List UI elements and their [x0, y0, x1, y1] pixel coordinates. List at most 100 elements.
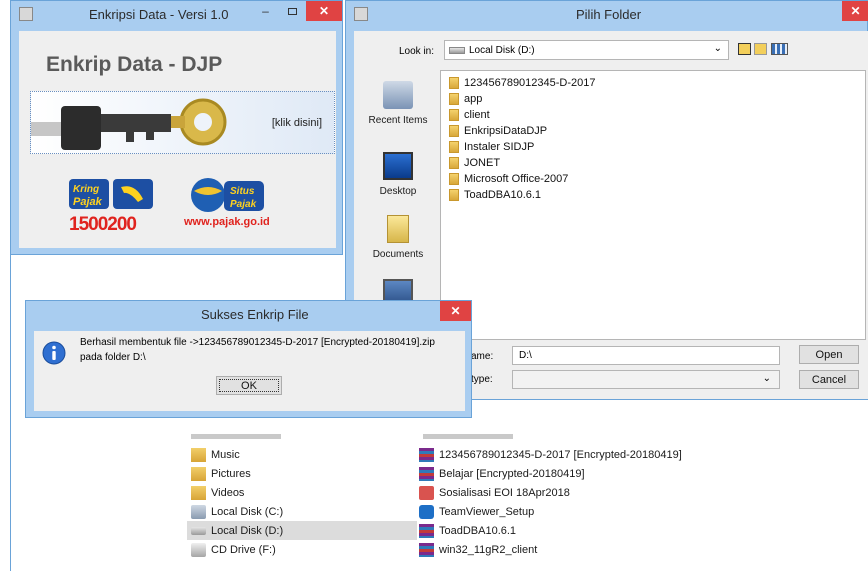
- maximize-button[interactable]: [279, 1, 306, 21]
- kring-pajak-number: 1500200: [69, 214, 137, 235]
- window-title: Enkripsi Data - Versi 1.0: [89, 7, 229, 22]
- svg-text:Situs: Situs: [230, 186, 255, 197]
- view-menu-icon[interactable]: [771, 43, 788, 55]
- file-item-label: 123456789012345-D-2017 [Encrypted-201804…: [439, 448, 682, 461]
- hidden-file-item: [423, 434, 513, 439]
- drive-icon: [191, 526, 206, 535]
- key-icon: [31, 98, 227, 150]
- folder-icon: [449, 93, 459, 105]
- open-button[interactable]: Open: [799, 345, 859, 364]
- file-item[interactable]: win32_11gR2_client: [419, 540, 537, 559]
- folder-icon: [449, 189, 459, 201]
- drive-icon: [449, 46, 465, 54]
- enkrip-client-area: Enkrip Data - DJP [klik disini] Kring Pa…: [19, 31, 336, 248]
- file-item[interactable]: ToadDBA10.6.1: [419, 521, 516, 540]
- look-in-label: Look in:: [399, 46, 435, 57]
- folder-item[interactable]: JONET: [449, 155, 500, 171]
- close-button[interactable]: ✕: [842, 1, 868, 21]
- folder-item[interactable]: Instaler SIDJP: [449, 139, 534, 155]
- nav-item-label: Pictures: [211, 467, 251, 480]
- minimize-button[interactable]: –: [252, 1, 279, 21]
- file-item[interactable]: TeamViewer_Setup: [419, 502, 534, 521]
- app-icon: [19, 7, 33, 21]
- kring-pajak-logo: Kring Pajak 1500200: [69, 177, 159, 235]
- file-type-select[interactable]: ⌄: [512, 370, 780, 389]
- key-banner-button[interactable]: [klik disini]: [30, 91, 335, 154]
- cancel-button[interactable]: Cancel: [799, 370, 859, 389]
- title-bar: Enkripsi Data - Versi 1.0 – ✕: [11, 1, 342, 29]
- folder-icon: [449, 157, 459, 169]
- place-label: Recent Items: [368, 115, 428, 126]
- new-folder-icon[interactable]: [754, 43, 767, 55]
- nav-item-label: Music: [211, 448, 240, 461]
- folder-item[interactable]: EnkripsiDataDJP: [449, 123, 547, 139]
- ok-button-label: OK: [241, 379, 257, 392]
- folder-item-label: Microsoft Office-2007: [464, 173, 569, 185]
- pictures-folder-icon: [191, 466, 206, 481]
- look-in-select[interactable]: Local Disk (D:) ⌄: [444, 40, 729, 60]
- file-type-label: type:: [471, 374, 493, 385]
- folder-item[interactable]: Microsoft Office-2007: [449, 171, 568, 187]
- nav-item-cd-drive-f[interactable]: CD Drive (F:): [187, 540, 417, 559]
- archive-icon: [419, 542, 434, 557]
- place-desktop[interactable]: Desktop: [362, 152, 434, 197]
- nav-item-label: Local Disk (C:): [211, 505, 284, 518]
- title-bar: Pilih Folder ✕: [346, 1, 868, 29]
- folder-item-label: 123456789012345-D-2017: [464, 77, 596, 89]
- chevron-down-icon: ⌄: [713, 43, 722, 54]
- look-in-value: Local Disk (D:): [469, 44, 535, 56]
- file-item[interactable]: 123456789012345-D-2017 [Encrypted-201804…: [419, 445, 682, 464]
- dialog-title: Sukses Enkrip File: [201, 307, 309, 322]
- nav-item-local-disk-c[interactable]: Local Disk (C:): [187, 502, 417, 521]
- music-folder-icon: [191, 447, 206, 462]
- folder-icon: [449, 77, 459, 89]
- file-item-label: TeamViewer_Setup: [439, 505, 535, 518]
- title-bar: Sukses Enkrip File ✕: [26, 301, 471, 329]
- hidden-nav-item: [191, 434, 281, 439]
- nav-item-pictures[interactable]: Pictures: [187, 464, 417, 483]
- folder-item[interactable]: ToadDBA10.6.1: [449, 187, 541, 203]
- file-item[interactable]: Belajar [Encrypted-20180419]: [419, 464, 585, 483]
- folder-item[interactable]: 123456789012345-D-2017: [449, 75, 596, 91]
- file-item-label: ToadDBA10.6.1: [439, 524, 517, 537]
- cd-drive-icon: [191, 542, 206, 557]
- folder-item-label: client: [464, 109, 490, 121]
- dialog-client-area: Berhasil membentuk file ->12345678901234…: [34, 331, 465, 411]
- drive-icon: [191, 504, 206, 519]
- dialog-message-line1: Berhasil membentuk file ->12345678901234…: [80, 337, 435, 348]
- folder-icon: [449, 141, 459, 153]
- nav-item-label: CD Drive (F:): [211, 543, 276, 556]
- place-label: Documents: [372, 249, 424, 260]
- ok-button[interactable]: OK: [216, 376, 282, 395]
- file-item-label: Sosialisasi EOI 18Apr2018: [439, 486, 570, 499]
- folder-icon: [449, 125, 459, 137]
- folder-item[interactable]: app: [449, 91, 482, 107]
- sukses-enkrip-dialog: Sukses Enkrip File ✕ Berhasil membentuk …: [25, 300, 472, 418]
- file-item-label: Belajar [Encrypted-20180419]: [439, 467, 585, 480]
- banner-link[interactable]: [klik disini]: [272, 117, 322, 129]
- folder-item-label: EnkripsiDataDJP: [464, 125, 548, 137]
- file-name-value: D:\: [519, 350, 532, 361]
- kring-pajak-logo-icon: Kring Pajak: [69, 179, 153, 209]
- place-recent-items[interactable]: Recent Items: [362, 81, 434, 126]
- file-name-input[interactable]: D:\: [512, 346, 780, 365]
- up-folder-icon[interactable]: [738, 43, 751, 55]
- chevron-down-icon: ⌄: [762, 373, 771, 384]
- place-label: Desktop: [379, 186, 417, 197]
- close-icon: ✕: [850, 4, 861, 18]
- nav-item-label: Videos: [211, 486, 245, 499]
- nav-item-local-disk-d[interactable]: Local Disk (D:): [187, 521, 417, 540]
- place-documents[interactable]: Documents: [362, 215, 434, 260]
- situs-url: www.pajak.go.id: [184, 216, 270, 228]
- close-button[interactable]: ✕: [306, 1, 342, 21]
- app-heading: Enkrip Data - DJP: [46, 53, 223, 76]
- nav-item-music[interactable]: Music: [187, 445, 417, 464]
- close-button[interactable]: ✕: [440, 301, 471, 321]
- archive-icon: [419, 523, 434, 538]
- nav-item-videos[interactable]: Videos: [187, 483, 417, 502]
- folder-item[interactable]: client: [449, 107, 490, 123]
- maximize-icon: [288, 7, 297, 15]
- file-item[interactable]: Sosialisasi EOI 18Apr2018: [419, 483, 570, 502]
- folder-list[interactable]: 123456789012345-D-2017 app client Enkrip…: [440, 70, 866, 340]
- window-title: Pilih Folder: [576, 7, 642, 22]
